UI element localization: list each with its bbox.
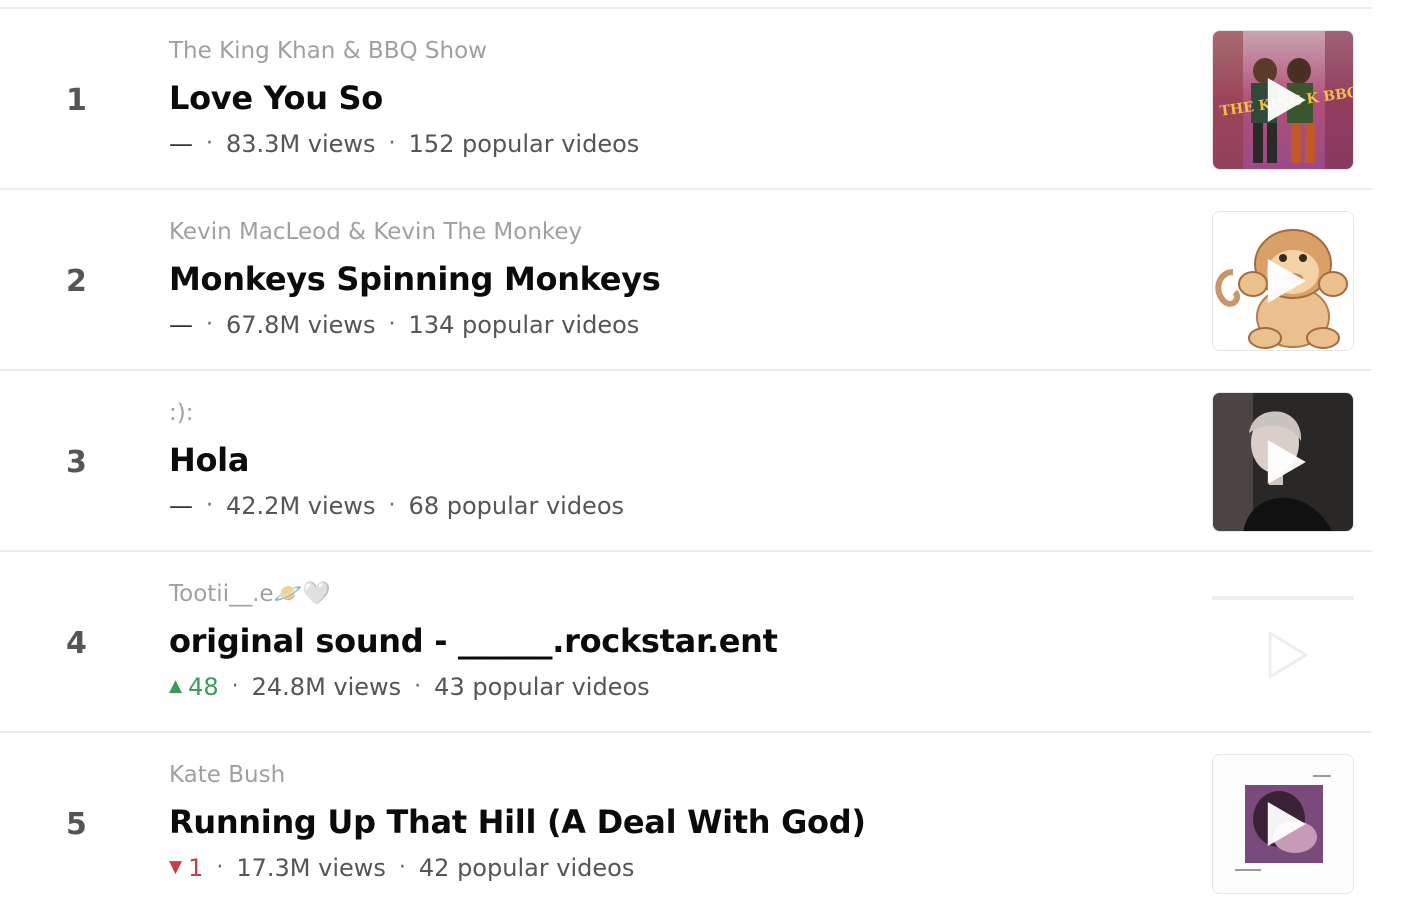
song-title[interactable]: original sound - ______.rockstar.ent [169, 618, 778, 664]
separator-dot: · [388, 493, 396, 518]
popular-videos-count[interactable]: 134 popular videos [409, 308, 640, 342]
view-count: 24.8M views [251, 673, 402, 701]
rank-number: 1 [66, 83, 87, 118]
song-title[interactable]: Monkeys Spinning Monkeys [169, 256, 661, 302]
album-thumbnail[interactable] [1212, 211, 1354, 351]
artist-name[interactable]: The King Khan & BBQ Show [169, 35, 487, 67]
popular-videos-count[interactable]: 43 popular videos [434, 670, 649, 704]
trend-indicator: — [169, 127, 193, 161]
trend-flat-icon: — [169, 492, 193, 520]
trending-songs-list: 1 The King Khan & BBQ Show Love You So —… [0, 0, 1418, 908]
artist-name[interactable]: :): [169, 397, 193, 429]
song-meta: ▲ 48 · 24.8M views · 43 popular videos [169, 670, 650, 704]
separator-dot: · [398, 855, 406, 880]
trend-flat-icon: — [169, 311, 193, 339]
popular-videos-count[interactable]: 42 popular videos [419, 851, 634, 885]
song-row[interactable]: 5 Kate Bush Running Up That Hill (A Deal… [0, 733, 1372, 914]
song-row[interactable]: 3 :): Hola — · 42.2M views · 68 popular … [0, 371, 1372, 552]
song-row[interactable]: 1 The King Khan & BBQ Show Love You So —… [0, 9, 1372, 190]
song-title[interactable]: Running Up That Hill (A Deal With God) [169, 799, 866, 845]
trend-change-value: 48 [188, 673, 219, 701]
trend-flat-icon: — [169, 130, 193, 158]
separator-dot: · [216, 855, 224, 880]
song-meta: ▼ 1 · 17.3M views · 42 popular videos [169, 851, 634, 885]
popular-videos-count[interactable]: 68 popular videos [409, 489, 624, 523]
popular-videos-count[interactable]: 152 popular videos [409, 127, 640, 161]
trend-up-icon: ▲ [169, 676, 183, 696]
album-thumbnail[interactable] [1212, 392, 1354, 532]
rank-number: 2 [66, 264, 87, 299]
separator-dot: · [231, 674, 239, 699]
trend-indicator: — [169, 489, 193, 523]
trend-indicator: ▲ 48 [169, 670, 219, 704]
separator-dot: · [206, 312, 213, 337]
rank-number: 5 [66, 807, 87, 842]
view-count: 83.3M views [226, 130, 376, 158]
rank-number: 4 [66, 626, 87, 661]
song-meta: — · 42.2M views · 68 popular videos [169, 489, 624, 523]
separator-dot: · [206, 131, 213, 156]
trend-indicator: ▼ 1 [169, 851, 203, 885]
play-icon[interactable] [1267, 440, 1306, 484]
trend-change-value: 1 [188, 854, 204, 882]
song-meta: — · 67.8M views · 134 popular videos [169, 308, 639, 342]
song-meta: — · 83.3M views · 152 popular videos [169, 127, 639, 161]
play-icon[interactable] [1267, 78, 1306, 122]
play-icon[interactable] [1267, 630, 1309, 680]
artist-name[interactable]: Kevin MacLeod & Kevin The Monkey [169, 216, 582, 248]
separator-dot: · [388, 131, 396, 156]
view-count: 67.8M views [226, 311, 376, 339]
separator-dot: · [206, 493, 213, 518]
song-row[interactable]: 2 Kevin MacLeod & Kevin The Monkey Monke… [0, 190, 1372, 371]
artist-name[interactable]: Tootii__.e🪐🤍 [169, 578, 331, 610]
play-icon[interactable] [1267, 259, 1306, 303]
album-thumbnail[interactable] [1212, 754, 1354, 894]
song-row[interactable]: 4 Tootii__.e🪐🤍 original sound - ______.r… [0, 552, 1372, 733]
play-icon[interactable] [1267, 802, 1306, 846]
song-title[interactable]: Love You So [169, 75, 383, 121]
trend-down-icon: ▼ [169, 857, 183, 877]
album-thumbnail[interactable]: THE KING K BBQ [1212, 30, 1354, 170]
artist-name[interactable]: Kate Bush [169, 759, 285, 791]
song-title[interactable]: Hola [169, 437, 249, 483]
trend-indicator: — [169, 308, 193, 342]
view-count: 17.3M views [236, 854, 386, 882]
separator-dot: · [388, 312, 396, 337]
view-count: 42.2M views [226, 492, 376, 520]
rank-number: 3 [66, 445, 87, 480]
separator-dot: · [414, 674, 422, 699]
album-thumbnail[interactable] [1212, 596, 1354, 714]
